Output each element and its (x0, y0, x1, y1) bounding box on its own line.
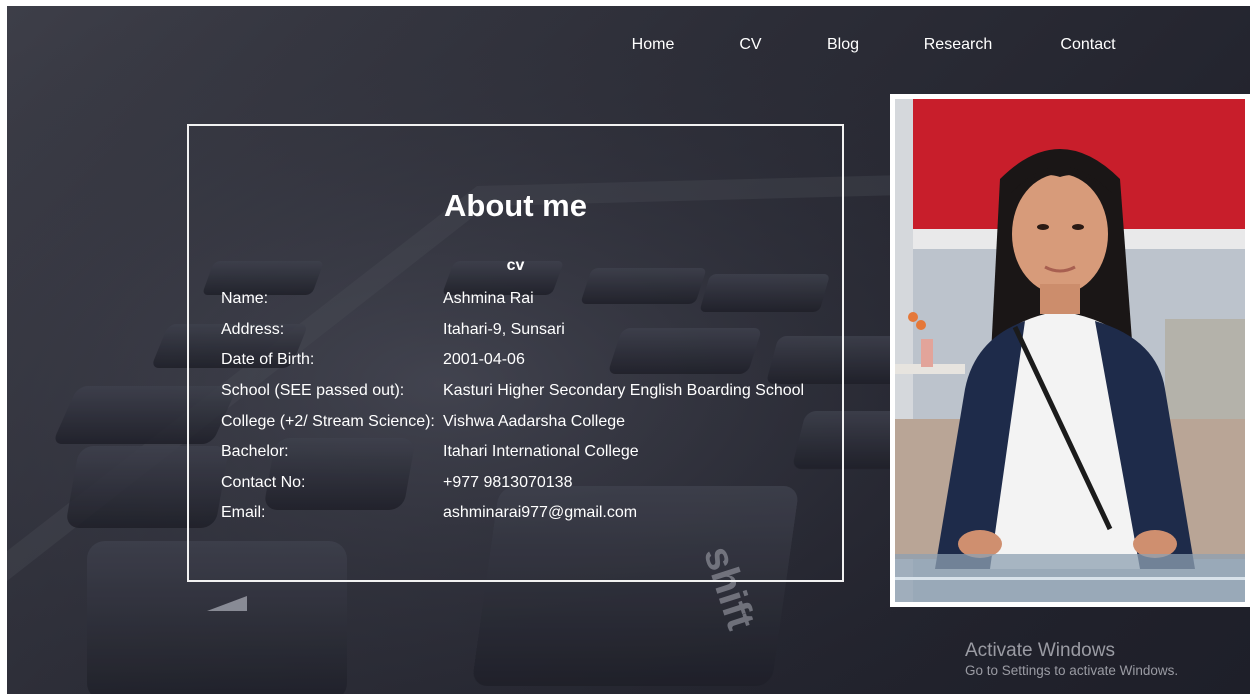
contact-value: +977 9813070138 (443, 473, 573, 491)
about-title: About me (444, 188, 587, 223)
email-label: Email: (221, 504, 266, 522)
contact-label: Contact No: (221, 473, 306, 491)
profile-photo (895, 99, 1245, 602)
table-row: College (+2/ Stream Science): Vishwa Aad… (221, 406, 804, 437)
cv-details-table: Name: Ashmina Rai Address: Itahari-9, Su… (221, 284, 804, 529)
watermark-subtitle: Go to Settings to activate Windows. (965, 663, 1179, 678)
nav-blog-link[interactable]: Blog (813, 36, 873, 60)
name-label: Name: (221, 290, 269, 308)
college-value: Vishwa Aadarsha College (443, 412, 626, 430)
address-label: Address: (221, 320, 285, 338)
table-row: School (SEE passed out): Kasturi Higher … (221, 376, 804, 407)
about-me-panel: About me cv Name: Ashmina Rai Address: I… (187, 124, 844, 582)
profile-photo-frame (890, 94, 1250, 607)
windows-activation-watermark: Activate Windows Go to Settings to activ… (965, 640, 1178, 680)
school-value: Kasturi Higher Secondary English Boardin… (443, 382, 805, 400)
dob-label: Date of Birth: (221, 351, 315, 369)
dob-value: 2001-04-06 (443, 351, 525, 369)
table-row: Date of Birth: 2001-04-06 (221, 345, 804, 376)
email-value: ashminarai977@gmail.com (443, 504, 638, 522)
cv-subtitle: cv (506, 257, 525, 274)
address-value: Itahari-9, Sunsari (443, 320, 565, 338)
table-row: Email: ashminarai977@gmail.com (221, 498, 804, 529)
watermark-title: Activate Windows (965, 640, 1115, 661)
top-navigation: Home CV Blog Research Contact (618, 36, 1133, 60)
nav-research-link[interactable]: Research (873, 36, 1043, 60)
table-row: Name: Ashmina Rai (221, 284, 804, 315)
bachelor-label: Bachelor: (221, 443, 289, 461)
name-value: Ashmina Rai (443, 290, 534, 308)
page-background: shift Home CV Blog Research Contact Abou… (7, 6, 1250, 694)
table-row: Contact No: +977 9813070138 (221, 468, 804, 499)
college-label: College (+2/ Stream Science): (221, 412, 435, 430)
table-row: Address: Itahari-9, Sunsari (221, 315, 804, 346)
table-row: Bachelor: Itahari International College (221, 437, 804, 468)
school-label: School (SEE passed out): (221, 382, 405, 400)
nav-contact-link[interactable]: Contact (1043, 36, 1133, 60)
nav-cv-link[interactable]: CV (688, 36, 813, 60)
nav-home-link[interactable]: Home (618, 36, 688, 60)
bachelor-value: Itahari International College (443, 443, 639, 461)
